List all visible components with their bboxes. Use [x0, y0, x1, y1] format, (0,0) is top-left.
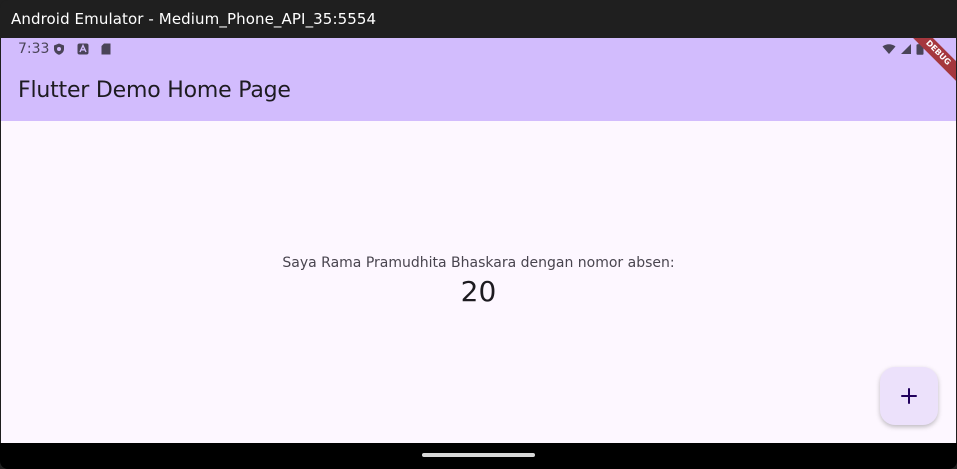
window-title: Android Emulator - Medium_Phone_API_35:5…: [11, 10, 377, 28]
app-bar: 7:33 Flutter Demo Home Page DEBUG: [1, 38, 956, 121]
window-titlebar[interactable]: Android Emulator - Medium_Phone_API_35:5…: [0, 0, 957, 38]
increment-button[interactable]: [880, 367, 938, 425]
status-time: 7:33: [18, 41, 50, 57]
wifi-icon: [882, 44, 896, 54]
gesture-handle[interactable]: [422, 453, 535, 457]
status-bar: 7:33: [1, 38, 956, 62]
a-icon: [77, 43, 89, 55]
navigation-bar: [0, 443, 957, 469]
counter-value: 20: [460, 275, 497, 308]
counter-message: Saya Rama Pramudhita Bhaskara dengan nom…: [282, 255, 675, 271]
emulator-window: Android Emulator - Medium_Phone_API_35:5…: [0, 0, 957, 469]
signal-icon: [901, 44, 911, 54]
device-screen: 7:33 Flutter Demo Home Page DEBUG Saya R…: [1, 38, 956, 443]
sd-card-icon: [101, 43, 111, 55]
page-title: Flutter Demo Home Page: [18, 78, 291, 103]
plus-icon: [901, 388, 917, 404]
main-content: Saya Rama Pramudhita Bhaskara dengan nom…: [1, 121, 956, 443]
shield-icon: [54, 43, 64, 55]
